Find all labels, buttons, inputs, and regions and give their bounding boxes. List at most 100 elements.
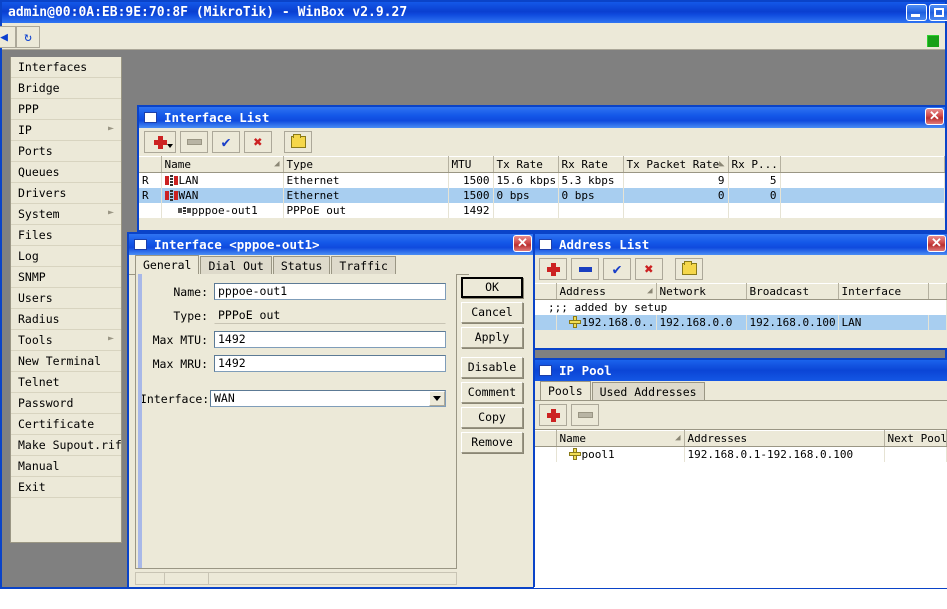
col-flags[interactable]: [534, 430, 557, 447]
max-mru-input[interactable]: 1492: [214, 355, 446, 372]
apply-button[interactable]: Apply: [461, 327, 523, 348]
pppoe-dialog-titlebar[interactable]: Interface <pppoe-out1> ✕: [129, 234, 533, 255]
panel-drag-handle[interactable]: [138, 274, 142, 568]
chevron-down-icon[interactable]: [429, 391, 445, 406]
comment-address-button[interactable]: [675, 258, 703, 280]
cell-tx-packet-rate: [623, 202, 729, 218]
sidebar-item-new-terminal[interactable]: New Terminal: [11, 351, 121, 372]
sidebar-item-bridge[interactable]: Bridge: [11, 78, 121, 99]
tab-dial-out[interactable]: Dial Out: [200, 256, 272, 274]
back-button[interactable]: ◀: [0, 26, 16, 48]
sidebar-item-label: Manual: [18, 459, 60, 473]
pppoe-icon: [177, 205, 191, 216]
refresh-button[interactable]: ↻: [16, 26, 40, 48]
interface-icon: [164, 189, 178, 201]
table-row[interactable]: R LAN Ethernet 1500 15.6 kbps 5.3 kbps 9…: [139, 172, 945, 188]
sidebar-item-telnet[interactable]: Telnet: [11, 372, 121, 393]
sidebar-item-label: Tools: [18, 333, 53, 347]
col-flags[interactable]: [139, 156, 162, 173]
col-tx-rate[interactable]: Tx Rate: [493, 156, 559, 173]
table-row[interactable]: 192.168.0.... 192.168.0.0 192.168.0.100 …: [534, 314, 947, 330]
sidebar-item-interfaces[interactable]: Interfaces: [11, 57, 121, 78]
col-name[interactable]: Name ◢: [161, 156, 284, 173]
sidebar-item-make-supout[interactable]: Make Supout.rif: [11, 435, 122, 456]
sidebar-item-system[interactable]: System ►: [11, 204, 121, 225]
close-icon[interactable]: ✕: [925, 108, 944, 125]
col-pool-name[interactable]: Name ◢: [556, 430, 685, 447]
close-icon[interactable]: ✕: [513, 235, 532, 252]
sidebar-item-ppp[interactable]: PPP: [11, 99, 121, 120]
cancel-button[interactable]: Cancel: [461, 302, 523, 323]
sidebar-item-certificate[interactable]: Certificate: [11, 414, 121, 435]
interface-list-titlebar[interactable]: Interface List ✕: [139, 107, 945, 128]
add-interface-button[interactable]: [144, 131, 176, 153]
address-list-window: Address List ✕ ✔ ✖ Address ◢ Network Bro…: [532, 232, 947, 350]
sidebar-item-tools[interactable]: Tools ►: [11, 330, 121, 351]
enable-interface-button[interactable]: ✔: [212, 131, 240, 153]
tab-status[interactable]: Status: [272, 256, 331, 274]
col-interface[interactable]: Interface: [838, 283, 929, 300]
interface-select[interactable]: WAN: [210, 390, 446, 407]
sidebar-item-snmp[interactable]: SNMP: [11, 267, 121, 288]
col-flags[interactable]: [534, 283, 557, 300]
enable-address-button[interactable]: ✔: [603, 258, 631, 280]
col-type[interactable]: Type: [283, 156, 449, 173]
col-pool-addresses[interactable]: Addresses: [684, 430, 885, 447]
tab-pools[interactable]: Pools: [540, 381, 591, 400]
sidebar-item-password[interactable]: Password: [11, 393, 121, 414]
table-row[interactable]: pppoe-out1 PPPoE out 1492: [139, 202, 945, 218]
remove-interface-button[interactable]: [180, 131, 208, 153]
disable-interface-button[interactable]: ✖: [244, 131, 272, 153]
ok-button[interactable]: OK: [461, 277, 523, 298]
close-icon[interactable]: ✕: [927, 235, 946, 252]
copy-button[interactable]: Copy: [461, 407, 523, 428]
sidebar-item-users[interactable]: Users: [11, 288, 121, 309]
remove-pool-button[interactable]: [571, 404, 599, 426]
comment-interface-button[interactable]: [284, 131, 312, 153]
sidebar-item-exit[interactable]: Exit: [11, 477, 121, 498]
x-icon: ✖: [253, 132, 263, 151]
sidebar-item-manual[interactable]: Manual: [11, 456, 121, 477]
add-address-button[interactable]: [539, 258, 567, 280]
type-field-label: Type:: [173, 308, 208, 323]
minimize-button[interactable]: [906, 4, 927, 21]
table-row[interactable]: pool1 192.168.0.1-192.168.0.100: [534, 446, 947, 462]
ip-pool-titlebar[interactable]: IP Pool: [534, 360, 947, 381]
col-rx-packet-rate[interactable]: Rx P...: [728, 156, 781, 173]
cell-type: Ethernet: [283, 187, 449, 203]
sidebar-item-ports[interactable]: Ports: [11, 141, 121, 162]
col-address[interactable]: Address ◢: [556, 283, 657, 300]
col-broadcast[interactable]: Broadcast: [746, 283, 839, 300]
remove-button[interactable]: Remove: [461, 432, 523, 453]
sidebar-item-files[interactable]: Files: [11, 225, 121, 246]
col-network[interactable]: Network: [656, 283, 747, 300]
remove-address-button[interactable]: [571, 258, 599, 280]
sidebar-item-drivers[interactable]: Drivers: [11, 183, 121, 204]
horizontal-scrollbar[interactable]: [135, 572, 457, 585]
max-mtu-input[interactable]: 1492: [214, 331, 446, 348]
sidebar-item-log[interactable]: Log: [11, 246, 121, 267]
add-pool-button[interactable]: [539, 404, 567, 426]
disable-button[interactable]: Disable: [461, 357, 523, 378]
sidebar-item-label: SNMP: [18, 270, 46, 284]
col-tx-packet-rate[interactable]: Tx Packet Rate ◣: [623, 156, 729, 173]
tab-traffic[interactable]: Traffic: [331, 256, 396, 274]
col-mtu[interactable]: MTU: [448, 156, 494, 173]
disable-address-button[interactable]: ✖: [635, 258, 663, 280]
col-rx-rate[interactable]: Rx Rate: [558, 156, 624, 173]
sidebar-item-queues[interactable]: Queues: [11, 162, 121, 183]
comment-button[interactable]: Comment: [461, 382, 523, 403]
col-next-pool[interactable]: Next Pool: [884, 430, 947, 447]
cell-mtu: 1500: [448, 172, 494, 188]
sidebar-item-radius[interactable]: Radius: [11, 309, 121, 330]
maximize-button[interactable]: [929, 4, 947, 21]
tab-used-addresses[interactable]: Used Addresses: [591, 382, 705, 400]
name-input[interactable]: pppoe-out1: [214, 283, 446, 300]
table-row[interactable]: R WAN Ethernet 1500 0 bps 0 bps 0 0: [139, 187, 945, 203]
ip-pool-window: IP Pool Pools Used Addresses Name ◢ Addr…: [532, 358, 947, 588]
interface-select-value: WAN: [214, 391, 235, 405]
sidebar-item-ip[interactable]: IP ►: [11, 120, 121, 141]
tab-general[interactable]: General: [135, 255, 200, 274]
comment-row[interactable]: ;;; added by setup: [534, 299, 947, 315]
address-list-titlebar[interactable]: Address List ✕: [534, 234, 947, 255]
